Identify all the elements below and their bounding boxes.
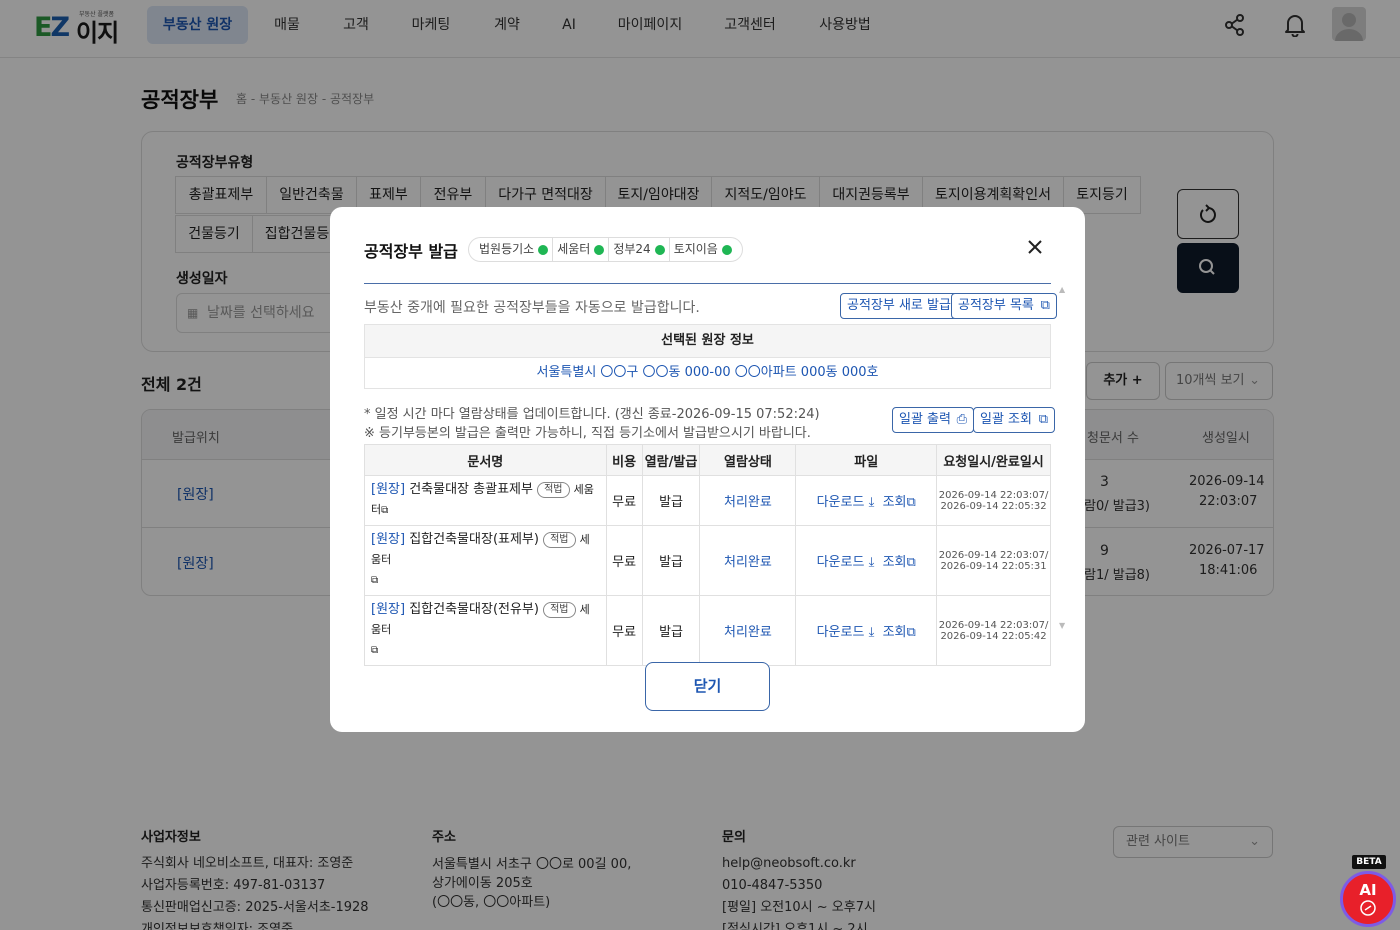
cost-cell: 무료 [605,475,643,526]
status-cell: 처리완료 [699,595,797,666]
external-link-icon[interactable]: ⧉ [371,575,378,586]
modal-description: 부동산 중개에 필요한 공적장부들을 자동으로 발급합니다. [364,300,700,316]
divider [364,283,1051,284]
download-link[interactable]: 다운로드 [817,555,865,570]
print-all-button[interactable]: 일괄 출력 ⎙ [892,407,974,433]
download-icon[interactable]: ⤓ [864,555,878,570]
service-name: 토지이음 [673,242,718,256]
table-row: [원장] 집합건축물대장(전유부) 적법 세움터 ⧉ 무료 발급 처리완료 다운로… [364,595,1051,666]
service-status-badges: 법원등기소 세움터 정부24 토지이음 [468,237,743,262]
selected-ledger-address: 서울특별시 〇〇구 〇〇동 000-00 〇〇아파트 000동 000호 [364,357,1051,389]
table-row: [원장] 집합건축물대장(표제부) 적법 세움터 ⧉ 무료 발급 처리완료 다운로… [364,525,1051,596]
col-datetime: 요청일시/완료일시 [936,444,1051,476]
chat-icon [1360,900,1376,916]
status-dot [594,244,605,255]
type-cell: 발급 [641,525,701,596]
doc-name-cell: [원장] 건축물대장 총괄표제부 적법 세움터⧉ [364,475,607,526]
print-all-label: 일괄 출력 [899,412,951,427]
status-cell: 처리완료 [699,525,797,596]
service-name: 정부24 [613,242,651,256]
datetime-cell: 2026-09-14 22:03:07/2026-09-14 22:05:42 [936,595,1051,666]
col-cost: 비용 [605,444,643,476]
external-link-icon[interactable]: ⧉ [381,505,388,516]
col-status: 열람상태 [699,444,797,476]
ledger-list-button[interactable]: 공적장부 목록 ⧉ [951,293,1057,319]
registry-note: ※ 등기부등본의 발급은 출력만 가능하니, 직접 등기소에서 발급받으시기 바… [364,426,811,441]
file-cell: 다운로드 ⤓ 조회⧉ [795,525,938,596]
close-icon[interactable] [1023,235,1047,259]
doc-prefix[interactable]: [원장] [371,602,405,617]
beta-badge: BETA [1352,855,1386,869]
done-time: 2026-09-14 22:05:31 [940,560,1047,572]
download-link[interactable]: 다운로드 [817,625,865,640]
datetime-cell: 2026-09-14 22:03:07/2026-09-14 22:05:32 [936,475,1051,526]
external-link-icon[interactable]: ⧉ [907,555,916,570]
type-cell: 발급 [641,595,701,666]
col-doc-name: 문서명 [364,444,607,476]
external-link-icon: ⧉ [1040,298,1050,313]
cost-cell: 무료 [605,525,643,596]
service-name: 세움터 [557,242,591,256]
view-link[interactable]: 조회 [883,625,907,640]
doc-name-cell: [원장] 집합건축물대장(표제부) 적법 세움터 ⧉ [364,525,607,596]
doc-prefix[interactable]: [원장] [371,532,405,547]
selected-ledger-header: 선택된 원장 정보 [364,324,1051,358]
view-link[interactable]: 조회 [883,555,907,570]
doc-prefix[interactable]: [원장] [371,482,405,497]
done-time: 2026-09-14 22:05:42 [940,630,1047,642]
status-dot [654,244,665,255]
service-badge: 세움터 [553,238,610,261]
col-file: 파일 [795,444,938,476]
external-link-icon[interactable]: ⧉ [907,495,916,510]
file-cell: 다운로드 ⤓ 조회⧉ [795,595,938,666]
printer-icon: ⎙ [956,412,967,427]
type-cell: 발급 [641,475,701,526]
service-name: 법원등기소 [479,242,535,256]
doc-name: 건축물대장 총괄표제부 [409,482,533,497]
doc-name: 집합건축물대장(전유부) [409,602,539,617]
view-link[interactable]: 조회 [883,495,907,510]
done-time: 2026-09-14 22:05:32 [940,500,1047,512]
request-time: 2026-09-14 22:03:07/ [938,549,1049,561]
documents-table: 문서명 비용 열람/발급 열람상태 파일 요청일시/완료일시 [원장] 건축물대… [364,444,1051,666]
doc-name: 집합건축물대장(표제부) [409,532,539,547]
status-dot [538,244,549,255]
request-time: 2026-09-14 22:03:07/ [938,619,1049,631]
documents-header: 문서명 비용 열람/발급 열람상태 파일 요청일시/완료일시 [364,444,1051,476]
new-issue-button[interactable]: 공적장부 새로 발급 [840,293,958,319]
ai-label: AI [1359,881,1377,899]
legal-tag: 적법 [543,531,576,548]
view-all-button[interactable]: 일괄 조회 ⧉ [973,407,1055,433]
external-link-icon[interactable]: ⧉ [371,645,378,656]
close-button[interactable]: 닫기 [645,662,770,711]
download-icon[interactable]: ⤓ [864,495,878,510]
update-note: * 일정 시간 마다 열람상태를 업데이트합니다. (갱신 종료-2026-09… [364,407,820,422]
scroll-down-icon[interactable]: ▼ [1059,621,1065,630]
request-time: 2026-09-14 22:03:07/ [938,489,1049,501]
download-link[interactable]: 다운로드 [817,495,865,510]
download-icon[interactable]: ⤓ [864,625,878,640]
modal-title: 공적장부 발급 [364,242,458,261]
view-all-label: 일괄 조회 [980,412,1032,427]
table-row: [원장] 건축물대장 총괄표제부 적법 세움터⧉ 무료 발급 처리완료 다운로드… [364,475,1051,526]
service-badge: 법원등기소 [475,238,554,261]
file-cell: 다운로드 ⤓ 조회⧉ [795,475,938,526]
cost-cell: 무료 [605,595,643,666]
legal-tag: 적법 [537,481,570,498]
scroll-up-icon[interactable]: ▲ [1059,285,1065,294]
datetime-cell: 2026-09-14 22:03:07/2026-09-14 22:05:31 [936,525,1051,596]
doc-name-cell: [원장] 집합건축물대장(전유부) 적법 세움터 ⧉ [364,595,607,666]
external-link-icon: ⧉ [1038,412,1048,427]
col-type: 열람/발급 [641,444,701,476]
status-dot [721,244,732,255]
legal-tag: 적법 [543,601,576,618]
service-badge: 정부24 [609,238,670,261]
ai-chat-button[interactable]: AI [1340,871,1396,927]
ledger-list-label: 공적장부 목록 [958,298,1034,313]
service-badge: 토지이음 [670,238,736,261]
issue-modal: 공적장부 발급 법원등기소 세움터 정부24 토지이음 ▲ 부동산 중개에 필요… [330,207,1085,732]
status-cell: 처리완료 [699,475,797,526]
external-link-icon[interactable]: ⧉ [907,625,916,640]
